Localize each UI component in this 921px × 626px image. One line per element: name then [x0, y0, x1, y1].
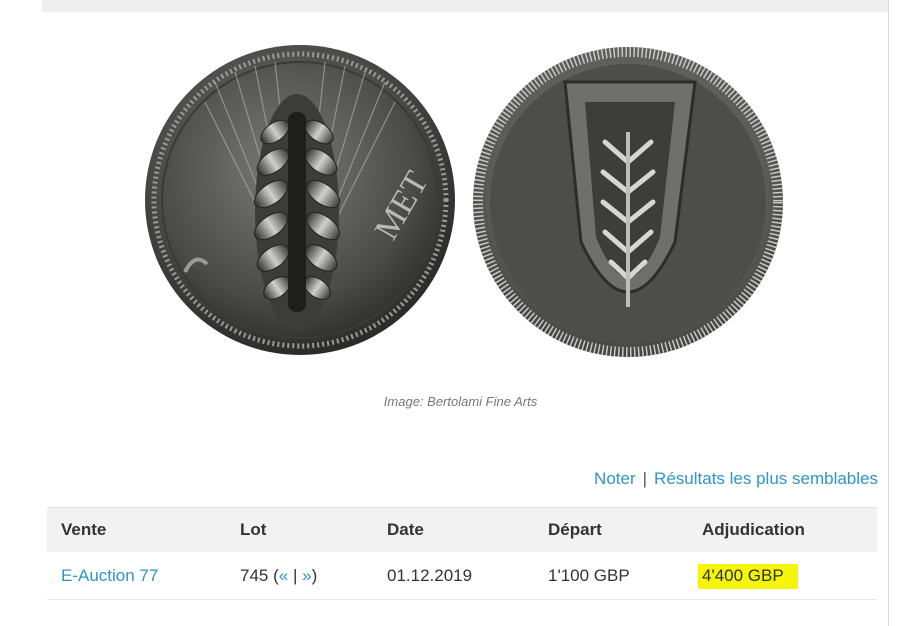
header-date: Date: [373, 507, 534, 552]
similar-results-link[interactable]: Résultats les plus semblables: [654, 469, 878, 488]
rate-link[interactable]: Noter: [594, 469, 636, 488]
reverse-coin: [473, 47, 783, 357]
header-hammer: Adjudication: [688, 507, 877, 552]
sale-cell: E-Auction 77: [47, 552, 226, 600]
result-actions: Noter | Résultats les plus semblables: [594, 469, 878, 489]
header-start: Départ: [534, 507, 688, 552]
lot-close-paren: ): [311, 565, 318, 585]
start-price-cell: 1'100 GBP: [534, 552, 688, 600]
obverse-coin: MET: [145, 45, 455, 355]
next-lot-link[interactable]: »: [302, 566, 311, 585]
lot-cell: 745 (« | »): [226, 552, 373, 600]
actions-separator: |: [642, 469, 648, 488]
lot-number: 745: [240, 565, 269, 585]
sale-link[interactable]: E-Auction 77: [61, 566, 158, 585]
date-cell: 01.12.2019: [373, 552, 534, 600]
previous-lot-link[interactable]: «: [279, 566, 288, 585]
header-sale: Vente: [47, 507, 226, 552]
table-header-row: Vente Lot Date Départ Adjudication: [47, 507, 877, 552]
content-right-border: [888, 0, 889, 626]
image-caption: Image: Bertolami Fine Arts: [383, 394, 538, 409]
top-strip: [42, 0, 888, 12]
auction-results-table: Vente Lot Date Départ Adjudication E-Auc…: [47, 507, 877, 600]
header-lot: Lot: [226, 507, 373, 552]
lot-nav-separator: |: [292, 565, 298, 585]
table-row: E-Auction 77 745 (« | ») 01.12.2019 1'10…: [47, 552, 877, 600]
coin-image: MET: [145, 42, 785, 362]
hammer-price-cell: 4'400 GBP: [688, 552, 877, 600]
hammer-price-highlight: 4'400 GBP: [698, 563, 798, 589]
